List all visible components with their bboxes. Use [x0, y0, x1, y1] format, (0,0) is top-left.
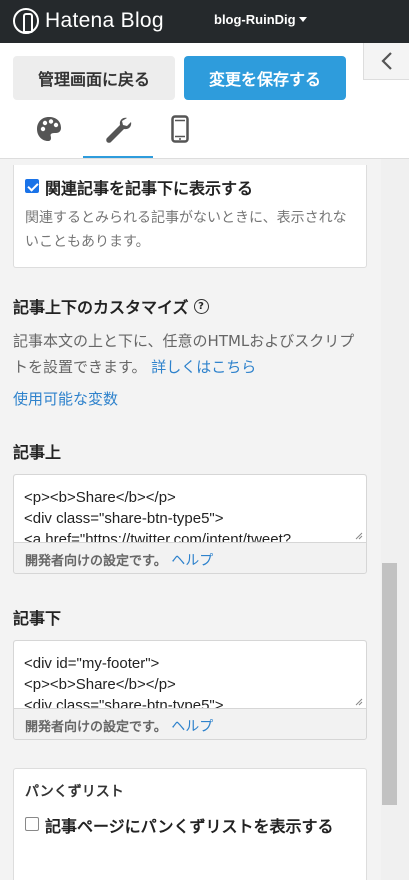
help-link[interactable]: ヘルプ [171, 719, 213, 735]
breadcrumb-title: パンくずリスト [25, 784, 124, 800]
related-articles-card: 関連記事を記事下に表示する 関連するとみられる記事がないときに、表示されないこと… [13, 165, 367, 268]
related-articles-checkbox[interactable] [25, 179, 39, 193]
hatena-logo-icon [13, 8, 39, 34]
breadcrumb-card: パンくずリスト 記事ページにパンくずリストを表示する [13, 768, 367, 880]
top-bar: Hatena Blog blog-RuinDig [0, 0, 409, 43]
settings-panel[interactable]: 関連記事を記事下に表示する 関連するとみられる記事がないときに、表示されないこと… [0, 159, 381, 880]
breadcrumb-label[interactable]: 記事ページにパンくずリストを表示する [25, 813, 355, 840]
available-variables-link[interactable]: 使用可能な変数 [13, 388, 118, 409]
customize-description: 記事本文の上と下に、任意のHTMLおよびスクリプトを設置できます。 詳しくはこち… [13, 328, 363, 380]
scrollbar-thumb[interactable] [382, 563, 397, 805]
tab-customize[interactable] [83, 113, 153, 159]
above-article-title: 記事上 [13, 443, 62, 462]
wrench-icon [106, 117, 132, 143]
resize-handle-icon[interactable] [355, 532, 363, 540]
below-article-editor-card: <div id="my-footer"> <p><b>Share</b></p>… [13, 640, 367, 740]
related-articles-label[interactable]: 関連記事を記事下に表示する [45, 175, 253, 199]
developer-note: 開発者向けの設定です。 [25, 720, 167, 735]
above-article-editor-card: <p><b>Share</b></p> <div class="share-bt… [13, 474, 367, 574]
developer-note: 開発者向けの設定です。 [25, 554, 167, 569]
below-article-textarea[interactable]: <div id="my-footer"> <p><b>Share</b></p>… [14, 641, 366, 709]
save-changes-button[interactable]: 変更を保存する [184, 56, 346, 100]
blog-name: blog-RuinDig [214, 12, 296, 27]
smartphone-icon [171, 115, 189, 143]
blog-selector[interactable]: blog-RuinDig [214, 12, 307, 27]
customize-title: 記事上下のカスタマイズ [13, 298, 189, 317]
collapse-sidebar-button[interactable] [363, 43, 409, 80]
caret-down-icon [298, 17, 307, 22]
above-article-textarea[interactable]: <p><b>Share</b></p> <div class="share-bt… [14, 475, 366, 543]
hatena-blog-logo[interactable]: Hatena Blog [13, 8, 164, 34]
customize-heading: 記事上下のカスタマイズ ? [13, 294, 209, 318]
palette-icon [37, 117, 61, 141]
logo-text: Hatena Blog [45, 9, 164, 32]
above-article-footnote: 開発者向けの設定です。 ヘルプ [25, 550, 213, 570]
details-link[interactable]: 詳しくはこちら [151, 358, 256, 376]
resize-handle-icon[interactable] [355, 698, 363, 706]
help-icon[interactable]: ? [193, 298, 209, 314]
below-article-title: 記事下 [13, 609, 62, 628]
related-articles-description: 関連するとみられる記事がないときに、表示されないこともあります。 [25, 210, 347, 250]
help-link[interactable]: ヘルプ [171, 553, 213, 569]
below-article-footnote: 開発者向けの設定です。 ヘルプ [25, 716, 213, 736]
back-to-dashboard-button[interactable]: 管理画面に戻る [13, 56, 175, 100]
tab-design[interactable] [14, 113, 84, 159]
tab-smartphone[interactable] [145, 113, 215, 159]
chevron-left-icon [380, 52, 392, 70]
